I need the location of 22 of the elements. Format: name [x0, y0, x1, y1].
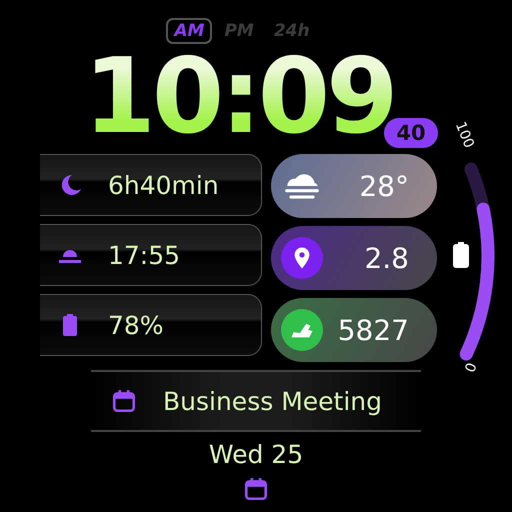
gauge-min-label: 0 [461, 360, 478, 374]
tile-value: 2.8 [364, 242, 409, 274]
mode-option[interactable]: AM [166, 18, 212, 44]
location-pin-icon [281, 237, 323, 279]
battery-icon [453, 242, 469, 268]
tile-value: 6h40min [108, 170, 219, 200]
complication-tile[interactable]: 6h40min [40, 154, 262, 216]
date-text: Wed 25 [208, 440, 304, 470]
event-title: Business Meeting [163, 386, 382, 416]
gauge-max-label: 100 [452, 120, 476, 150]
complication-tile[interactable]: 78% [40, 294, 262, 356]
calendar-icon [111, 388, 137, 414]
calendar-icon[interactable] [243, 476, 269, 502]
tile-value: 78% [108, 310, 164, 340]
tile-value: 5827 [338, 314, 409, 346]
complication-pill[interactable]: 2.8 [271, 226, 437, 290]
tile-value: 28° [359, 170, 409, 202]
complication-tile[interactable]: 17:55 [40, 224, 262, 286]
complication-pill[interactable]: 5827 [271, 298, 437, 362]
event-banner[interactable]: Business Meeting [91, 370, 421, 432]
complication-pill[interactable]: 28° [271, 154, 437, 218]
tile-value: 17:55 [108, 240, 180, 270]
